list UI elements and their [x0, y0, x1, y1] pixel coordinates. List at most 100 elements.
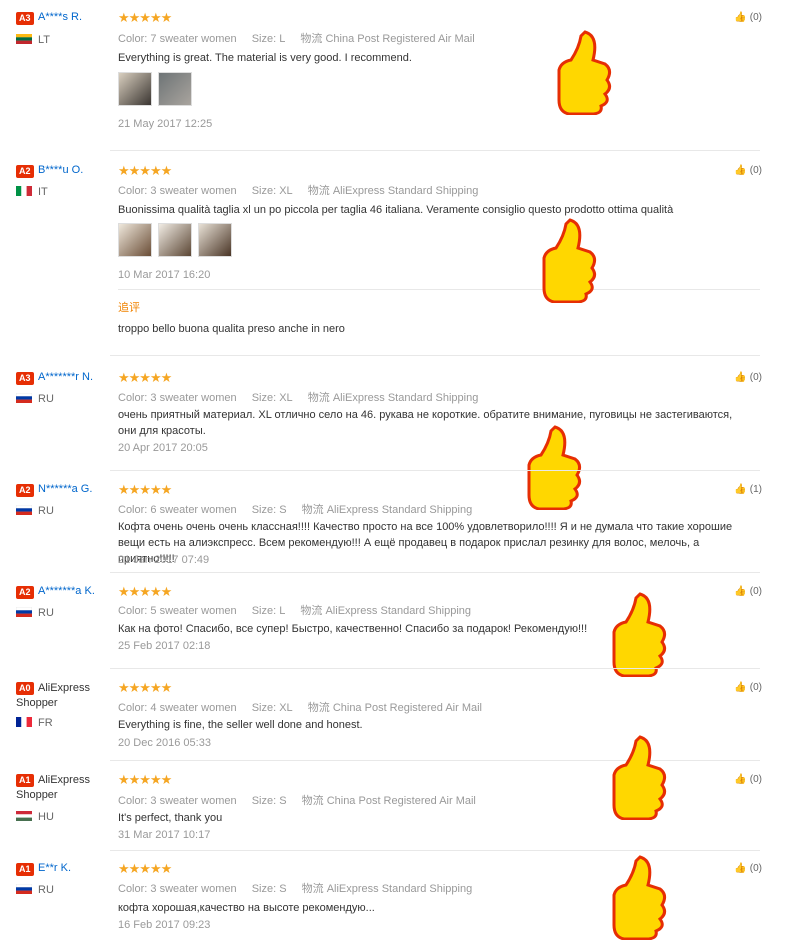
review-date: 20 Dec 2016 05:33 [118, 737, 211, 749]
buyer-country: IT [38, 186, 48, 198]
review-date: 10 Mar 2017 16:20 [118, 269, 211, 281]
buyer-country: RU [38, 607, 54, 619]
review-divider [110, 572, 760, 573]
buyer-country: LT [38, 34, 51, 46]
thumbs-up-icon: 👍 [734, 484, 747, 495]
country-flag-icon [16, 717, 32, 727]
buyer-country: RU [38, 393, 54, 405]
review-photo[interactable] [198, 223, 232, 257]
review-text: Everything is great. The material is ver… [118, 52, 412, 64]
buyer-name[interactable]: A****s R. [38, 11, 82, 23]
star-rating: ★★★★★ [118, 163, 172, 178]
useful-button[interactable]: 👍 (0) [734, 12, 762, 23]
thumbs-up-icon: 👍 [734, 165, 747, 176]
useful-button[interactable]: 👍 (0) [734, 774, 762, 785]
buyer-level-badge: A2 [16, 484, 34, 497]
review-date: 20 Apr 2017 20:05 [118, 442, 208, 454]
additional-review-text: troppo bello buona qualita preso anche i… [118, 323, 345, 335]
country-flag-icon [16, 607, 32, 617]
country-flag-icon [16, 884, 32, 894]
review-photo[interactable] [118, 72, 152, 106]
useful-button[interactable]: 👍 (1) [734, 484, 762, 495]
thumbs-up-icon: 👍 [734, 682, 747, 693]
star-rating: ★★★★★ [118, 482, 172, 497]
country-flag-icon [16, 34, 32, 44]
order-info: Color: 3 sweater women Size: XL 物流 AliEx… [118, 185, 479, 197]
review-photo[interactable] [158, 223, 192, 257]
thumbs-up-icon: 👍 [734, 774, 747, 785]
buyer-level-badge: A3 [16, 12, 34, 25]
order-info: Color: 6 sweater women Size: S 物流 AliExp… [118, 504, 473, 516]
review-text: Buonissima qualità taglia xl un po picco… [118, 204, 674, 216]
thumbs-up-icon [542, 218, 597, 303]
additional-review-label: 追评 [118, 302, 140, 314]
review-text: Everything is fine, the seller well done… [118, 719, 363, 731]
review-divider [110, 355, 760, 356]
buyer-name[interactable]: E**r K. [38, 862, 71, 874]
review-photo[interactable] [158, 72, 192, 106]
thumbs-up-icon: 👍 [734, 12, 747, 23]
review-divider [110, 150, 760, 151]
order-info: Color: 5 sweater women Size: L 物流 AliExp… [118, 605, 471, 617]
country-flag-icon [16, 505, 32, 515]
review-item: A2 A*******a K. RU ★★★★★ Color: 5 sweate… [0, 584, 790, 677]
buyer-country: FR [38, 717, 53, 729]
order-info: Color: 7 sweater women Size: L 物流 China … [118, 33, 475, 45]
review-item: A1 AliExpress Shopper HU ★★★★★ Color: 3 … [0, 772, 790, 852]
buyer-name: AliExpress Shopper [16, 774, 90, 801]
buyer-name[interactable]: A*******a K. [38, 585, 95, 597]
star-rating: ★★★★★ [118, 10, 172, 25]
review-item: A2 B****u O. IT ★★★★★ Color: 3 sweater w… [0, 163, 790, 353]
useful-button[interactable]: 👍 (0) [734, 586, 762, 597]
review-text: очень приятный материал. XL отлично село… [118, 409, 733, 437]
thumbs-up-icon [612, 855, 667, 940]
thumbs-up-icon: 👍 [734, 863, 747, 874]
review-date: 16 Feb 2017 09:23 [118, 919, 211, 931]
buyer-name[interactable]: A*******r N. [38, 371, 93, 383]
review-item: A3 A*******r N. RU ★★★★★ Color: 3 sweate… [0, 370, 790, 510]
thumbs-up-icon [612, 735, 667, 820]
review-date: 25 Feb 2017 02:18 [118, 640, 211, 652]
star-rating: ★★★★★ [118, 370, 172, 385]
buyer-level-badge: A1 [16, 863, 34, 876]
useful-button[interactable]: 👍 (0) [734, 682, 762, 693]
additional-review-divider [118, 289, 760, 290]
review-item: A0 AliExpress Shopper FR ★★★★★ Color: 4 … [0, 680, 790, 765]
review-photo[interactable] [118, 223, 152, 257]
review-date: 31 Mar 2017 10:17 [118, 829, 211, 841]
star-rating: ★★★★★ [118, 680, 172, 695]
review-divider [110, 668, 760, 669]
thumbs-up-icon [557, 30, 612, 115]
review-text: Кофта очень очень очень классная!!!! Кач… [118, 521, 733, 565]
useful-button[interactable]: 👍 (0) [734, 863, 762, 874]
thumbs-up-icon: 👍 [734, 586, 747, 597]
buyer-country: RU [38, 884, 54, 896]
order-info: Color: 3 sweater women Size: S 物流 AliExp… [118, 883, 473, 895]
star-rating: ★★★★★ [118, 772, 172, 787]
review-date: 21 May 2017 12:25 [118, 118, 213, 130]
buyer-country: HU [38, 811, 54, 823]
star-rating: ★★★★★ [118, 584, 172, 599]
thumbs-up-icon [612, 592, 667, 677]
buyer-level-badge: A3 [16, 372, 34, 385]
order-info: Color: 4 sweater women Size: XL 物流 China… [118, 702, 482, 714]
star-rating: ★★★★★ [118, 861, 172, 876]
country-flag-icon [16, 186, 32, 196]
review-item: A2 N******a G. RU ★★★★★ Color: 6 sweater… [0, 482, 790, 572]
thumbs-up-icon: 👍 [734, 372, 747, 383]
review-divider [110, 850, 760, 851]
buyer-name: AliExpress Shopper [16, 682, 90, 709]
buyer-name[interactable]: N******a G. [38, 483, 92, 495]
buyer-name[interactable]: B****u O. [38, 164, 83, 176]
review-divider [110, 470, 760, 471]
review-date: 21 Jan 2017 07:49 [118, 554, 210, 566]
order-info: Color: 3 sweater women Size: XL 物流 AliEx… [118, 392, 479, 404]
useful-button[interactable]: 👍 (0) [734, 165, 762, 176]
buyer-level-badge: A2 [16, 586, 34, 599]
useful-button[interactable]: 👍 (0) [734, 372, 762, 383]
review-item: A1 E**r K. RU ★★★★★ Color: 3 sweater wom… [0, 861, 790, 944]
country-flag-icon [16, 811, 32, 821]
review-item: A3 A****s R. LT ★★★★★ Color: 7 sweater w… [0, 10, 790, 150]
country-flag-icon [16, 393, 32, 403]
buyer-level-badge: A2 [16, 165, 34, 178]
